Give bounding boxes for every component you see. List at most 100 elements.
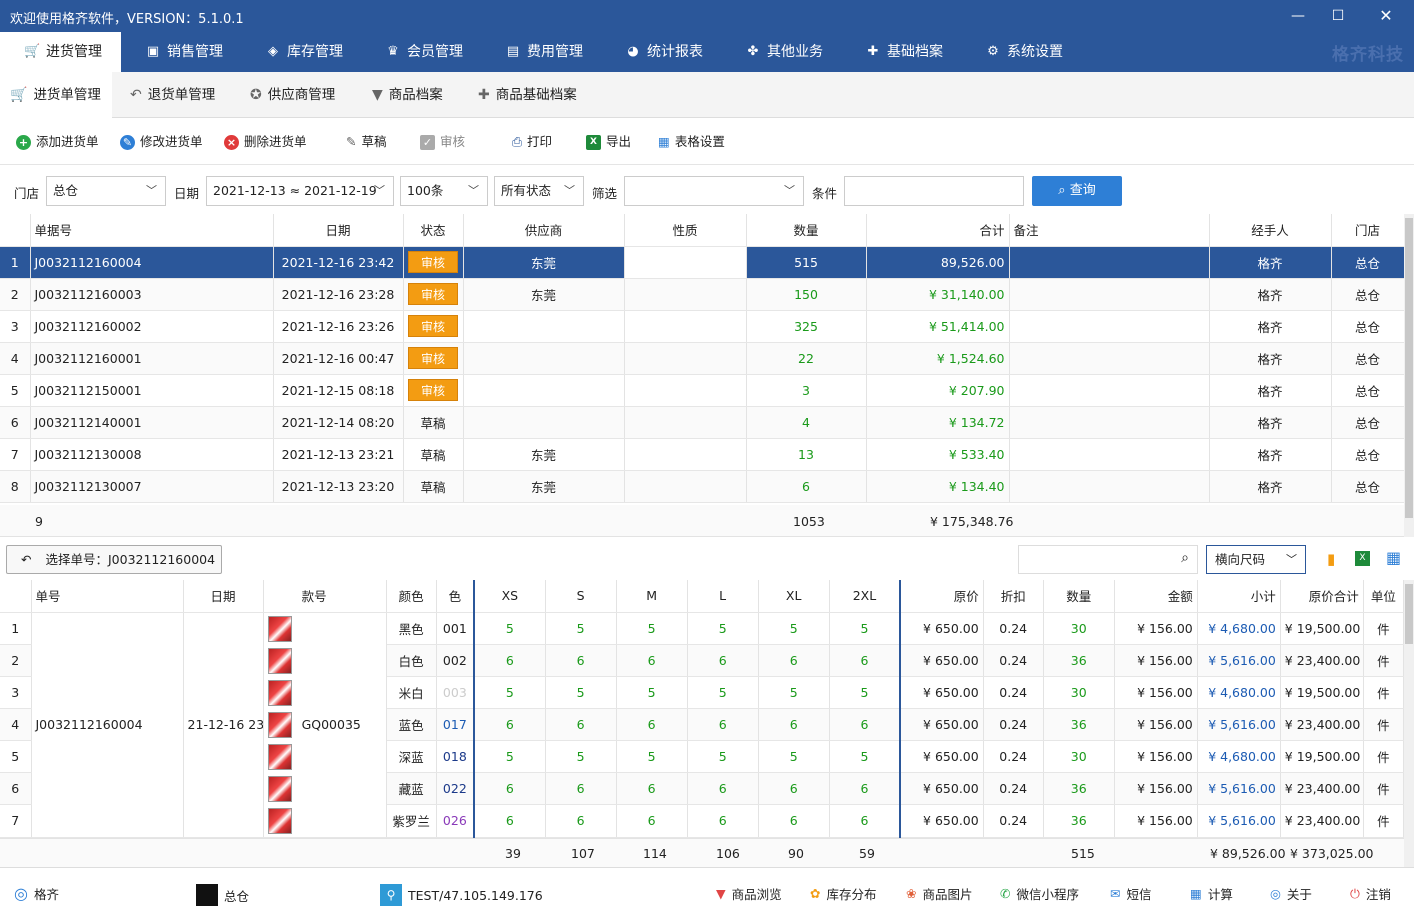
size-mode-select[interactable]: 横向尺码 ﹀	[1206, 545, 1306, 574]
product-thumbnail[interactable]	[264, 805, 386, 837]
export-button[interactable]: X 导出	[586, 119, 631, 165]
close-icon[interactable]: ✕	[1366, 4, 1406, 28]
column-header[interactable]: S	[545, 580, 617, 613]
subtab-supplier[interactable]: ✪ 供应商管理	[250, 72, 335, 118]
tab-inventory[interactable]: ◈ 库存管理	[241, 32, 361, 72]
column-header[interactable]: XS	[474, 580, 546, 613]
product-thumbnail[interactable]	[264, 741, 386, 773]
table-row[interactable]: 1 J0032112160004 21-12-16 23: GQ00035 黑色 001 5…	[0, 612, 1405, 838]
size-quantity[interactable]: 6	[545, 644, 617, 677]
size-quantity[interactable]: 6	[474, 708, 546, 742]
size-quantity[interactable]: 5	[616, 740, 688, 774]
column-header[interactable]: M	[616, 580, 688, 613]
size-quantity[interactable]: 5	[758, 612, 830, 645]
tab-settings[interactable]: ⚙ 系统设置	[961, 32, 1081, 72]
minimize-icon[interactable]: —	[1278, 4, 1318, 28]
delete-order-button[interactable]: × 删除进货单	[224, 119, 307, 165]
column-header[interactable]: 经手人	[1209, 214, 1332, 247]
size-quantity[interactable]: 5	[687, 676, 759, 709]
product-browse-link[interactable]: ▼ 商品浏览	[716, 884, 782, 903]
size-quantity[interactable]: 5	[474, 676, 546, 709]
logout-link[interactable]: ⏻ 注销	[1350, 884, 1391, 903]
table-row[interactable]: 5 J0032112150001 2021-12-15 08:18 审核 3 ¥ 207.…	[0, 374, 1405, 407]
size-quantity[interactable]: 5	[687, 740, 759, 774]
size-quantity[interactable]: 5	[545, 676, 617, 709]
size-quantity[interactable]: 5	[829, 612, 902, 645]
stock-distribution-link[interactable]: ✿ 库存分布	[810, 884, 877, 903]
tab-purchase[interactable]: 🛒 进货管理	[0, 32, 121, 72]
tab-base-archive[interactable]: ✚ 基础档案	[841, 32, 961, 72]
condition-input[interactable]	[844, 176, 1024, 206]
size-quantity[interactable]: 6	[616, 804, 688, 838]
size-quantity[interactable]: 5	[474, 612, 546, 645]
draft-button[interactable]: ✎ 草稿	[346, 119, 387, 165]
product-thumbnail[interactable]	[264, 773, 386, 805]
product-images-link[interactable]: ❀ 商品图片	[906, 884, 973, 903]
about-link[interactable]: ◎ 关于	[1270, 884, 1312, 903]
size-quantity[interactable]: 6	[474, 804, 546, 838]
size-quantity[interactable]: 6	[687, 804, 759, 838]
column-header[interactable]: 门店	[1331, 214, 1405, 247]
detail-scrollbar[interactable]	[1404, 580, 1414, 867]
size-quantity[interactable]: 6	[545, 708, 617, 742]
size-quantity[interactable]: 6	[758, 772, 830, 806]
orders-scrollbar[interactable]	[1404, 214, 1414, 537]
table-row[interactable]: 1 J0032112160004 2021-12-16 23:42 审核 东莞 515 89…	[0, 246, 1405, 279]
count-select[interactable]: 100条 ﹀	[400, 176, 488, 206]
size-quantity[interactable]: 5	[474, 740, 546, 774]
subtab-product-base[interactable]: ✚ 商品基础档案	[478, 72, 577, 118]
column-header[interactable]: 单号	[31, 580, 184, 613]
column-header[interactable]: 小计	[1197, 580, 1281, 613]
size-quantity[interactable]: 5	[687, 612, 759, 645]
tab-report[interactable]: ◕ 统计报表	[601, 32, 721, 72]
tab-expense[interactable]: ▤ 费用管理	[481, 32, 601, 72]
size-quantity[interactable]: 6	[829, 644, 902, 677]
column-header[interactable]: 原价	[900, 580, 984, 613]
table-row[interactable]: 4 J0032112160001 2021-12-16 00:47 审核 22 ¥ 1,5…	[0, 342, 1405, 375]
subtab-product[interactable]: ▼ 商品档案	[372, 72, 443, 118]
table-row[interactable]: 3 J0032112160002 2021-12-16 23:26 审核 325 ¥ 51…	[0, 310, 1405, 343]
size-quantity[interactable]: 6	[758, 644, 830, 677]
column-header[interactable]: 日期	[183, 580, 264, 613]
table-row[interactable]: 2 J0032112160003 2021-12-16 23:28 审核 东莞 150 ¥ …	[0, 278, 1405, 311]
size-quantity[interactable]: 5	[758, 740, 830, 774]
tab-sales[interactable]: ▣ 销售管理	[121, 32, 241, 72]
column-header[interactable]: XL	[758, 580, 830, 613]
size-quantity[interactable]: 5	[758, 676, 830, 709]
tab-other[interactable]: ✤ 其他业务	[721, 32, 841, 72]
size-quantity[interactable]: 6	[616, 644, 688, 677]
size-quantity[interactable]: 6	[829, 772, 902, 806]
store-select[interactable]: 总仓 ﹀	[46, 176, 166, 206]
size-quantity[interactable]: 6	[545, 772, 617, 806]
column-header[interactable]: 颜色	[386, 580, 437, 613]
subtab-purchase-order[interactable]: 🛒 进货单管理	[0, 72, 112, 118]
table-row[interactable]: 7 J0032112130008 2021-12-13 23:21 草稿 东莞 13 ¥ 5…	[0, 438, 1405, 471]
column-header[interactable]: 单据号	[30, 214, 274, 247]
size-quantity[interactable]: 5	[616, 676, 688, 709]
product-thumbnail[interactable]	[264, 613, 386, 645]
size-quantity[interactable]: 6	[829, 804, 902, 838]
size-quantity[interactable]: 5	[829, 676, 902, 709]
column-header[interactable]: 备注	[1009, 214, 1210, 247]
size-quantity[interactable]: 6	[616, 772, 688, 806]
size-quantity[interactable]: 5	[545, 612, 617, 645]
tab-member[interactable]: ♛ 会员管理	[361, 32, 481, 72]
audit-button[interactable]: ✓ 审核	[420, 119, 465, 165]
size-quantity[interactable]: 6	[545, 804, 617, 838]
add-order-button[interactable]: + 添加进货单	[16, 119, 99, 165]
date-range-select[interactable]: 2021-12-13 ≈ 2021-12-19 ﹀	[206, 176, 394, 206]
status-select[interactable]: 所有状态 ﹀	[494, 176, 584, 206]
scrollbar-thumb[interactable]	[1405, 218, 1413, 518]
wechat-miniapp-link[interactable]: ✆ 微信小程序	[1000, 884, 1079, 903]
size-quantity[interactable]: 6	[687, 708, 759, 742]
column-header[interactable]: 数量	[1043, 580, 1115, 613]
size-quantity[interactable]: 5	[545, 740, 617, 774]
size-quantity[interactable]: 6	[687, 644, 759, 677]
file-icon[interactable]: ▮	[1327, 550, 1335, 568]
size-quantity[interactable]: 6	[616, 708, 688, 742]
column-header[interactable]: 折扣	[983, 580, 1044, 613]
calculator-link[interactable]: ▦ 计算	[1190, 884, 1233, 903]
table-icon[interactable]: ▦	[1386, 548, 1401, 567]
column-header[interactable]: 日期	[273, 214, 404, 247]
size-quantity[interactable]: 6	[758, 708, 830, 742]
